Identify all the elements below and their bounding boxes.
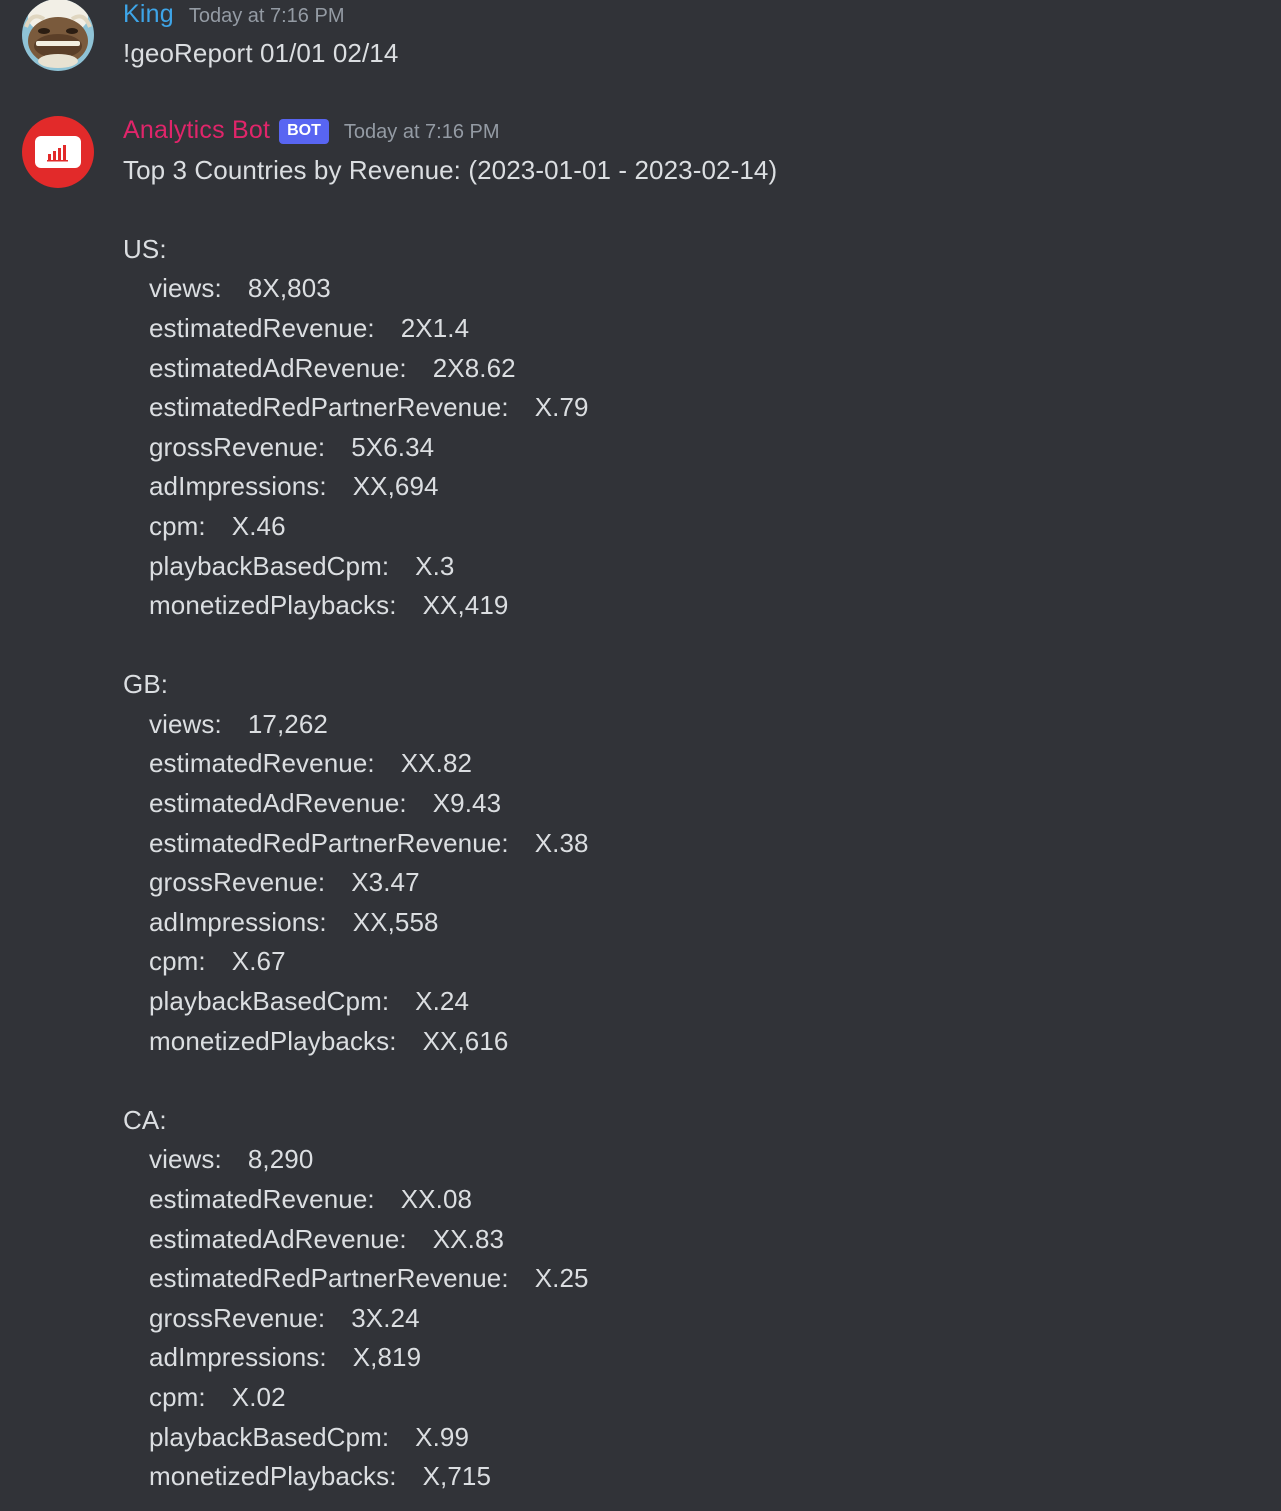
metric-row: adImpressions: XX,558 xyxy=(149,907,439,937)
metric-row: estimatedRevenue: XX.08 xyxy=(149,1184,473,1214)
country-header: GB: xyxy=(123,669,169,699)
metric-row: adImpressions: XX,694 xyxy=(149,471,439,501)
metric-row: grossRevenue: 3X.24 xyxy=(149,1303,420,1333)
metric-row: estimatedRevenue: 2X1.4 xyxy=(149,313,470,343)
metric-row: estimatedRedPartnerRevenue: X.38 xyxy=(149,828,589,858)
user-username[interactable]: King xyxy=(123,0,174,29)
metric-row: adImpressions: X,819 xyxy=(149,1342,422,1372)
country-header: US: xyxy=(123,234,167,264)
metric-row: estimatedAdRevenue: 2X8.62 xyxy=(149,353,516,383)
metric-row: estimatedAdRevenue: XX.83 xyxy=(149,1224,505,1254)
metric-row: estimatedRedPartnerRevenue: X.79 xyxy=(149,392,589,422)
metric-row: cpm: X.46 xyxy=(149,511,286,541)
user-avatar[interactable] xyxy=(22,0,94,71)
bot-timestamp: Today at 7:16 PM xyxy=(343,121,500,143)
metric-row: views: 8,290 xyxy=(149,1144,314,1174)
report-title: Top 3 Countries by Revenue: (2023-01-01 … xyxy=(123,155,778,185)
metric-row: estimatedRedPartnerRevenue: X.25 xyxy=(149,1263,589,1293)
bison-avatar-icon xyxy=(22,0,94,71)
metric-row: estimatedAdRevenue: X9.43 xyxy=(149,788,502,818)
bar-chart-icon xyxy=(35,136,81,168)
metric-row: playbackBasedCpm: X.24 xyxy=(149,986,470,1016)
metric-row: monetizedPlaybacks: XX,616 xyxy=(149,1026,509,1056)
user-message-text: !geoReport 01/01 02/14 xyxy=(123,38,399,68)
metric-row: cpm: X.02 xyxy=(149,1382,286,1412)
metric-row: views: 8X,803 xyxy=(149,273,331,303)
metric-row: cpm: X.67 xyxy=(149,946,286,976)
metric-row: grossRevenue: X3.47 xyxy=(149,867,420,897)
metric-row: monetizedPlaybacks: XX,419 xyxy=(149,590,509,620)
metric-row: views: 17,262 xyxy=(149,709,328,739)
user-timestamp: Today at 7:16 PM xyxy=(188,5,345,27)
bot-username[interactable]: Analytics Bot xyxy=(123,116,270,145)
country-header: CA: xyxy=(123,1105,167,1135)
metric-row: monetizedPlaybacks: X,715 xyxy=(149,1461,492,1491)
metric-row: playbackBasedCpm: X.3 xyxy=(149,551,455,581)
bot-tag-badge: BOT xyxy=(279,119,329,144)
metric-row: estimatedRevenue: XX.82 xyxy=(149,748,473,778)
metric-row: grossRevenue: 5X6.34 xyxy=(149,432,435,462)
metric-row: playbackBasedCpm: X.99 xyxy=(149,1422,470,1452)
bot-avatar[interactable] xyxy=(22,116,94,188)
